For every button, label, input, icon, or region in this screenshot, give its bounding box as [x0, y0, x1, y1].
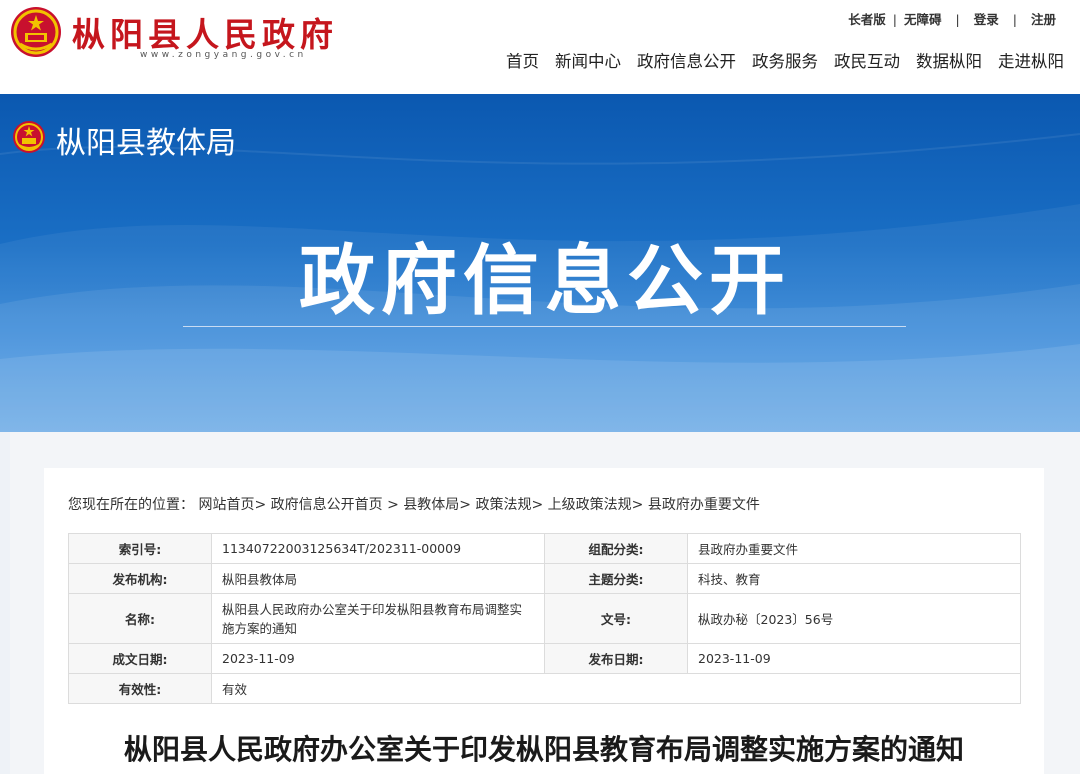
table-row: 名称: 枞阳县人民政府办公室关于印发枞阳县教育布局调整实施方案的通知 文号: 枞…	[68, 593, 1021, 644]
national-emblem-icon	[13, 121, 45, 153]
topic-label: 主题分类:	[544, 563, 688, 594]
table-row: 索引号: 11340722003125634T/202311-00009 组配分…	[68, 533, 1021, 564]
site-title[interactable]: 枞阳县人民政府	[72, 8, 338, 56]
banner: 枞阳县教体局 政府信息公开	[0, 94, 1080, 432]
breadcrumb-item[interactable]: 县教体局	[403, 497, 459, 513]
breadcrumb-separator: >	[382, 497, 404, 513]
breadcrumb-prefix: 您现在所在的位置：	[68, 497, 194, 513]
top-links: 长者版 | 无障碍 | 登录 | 注册	[848, 9, 1056, 28]
publisher-label: 发布机构:	[68, 563, 212, 594]
created-date-value: 2023-11-09	[211, 643, 545, 674]
name-cell: 枞阳县人民政府办公室关于印发枞阳县教育布局调整实施方案的通知	[211, 593, 545, 644]
department-name: 枞阳县教体局	[56, 126, 236, 161]
divider: |	[1012, 12, 1017, 27]
category-label: 组配分类:	[544, 533, 688, 564]
breadcrumb-item[interactable]: 县政府办重要文件	[648, 497, 760, 513]
divider: |	[955, 12, 960, 27]
nav-item-interaction[interactable]: 政民互动	[826, 48, 908, 72]
site-header: 枞阳县人民政府 www.zongyang.gov.cn 长者版 | 无障碍 | 登录 | 注…	[0, 0, 1080, 94]
nav-item-data[interactable]: 数据枞阳	[908, 48, 990, 72]
published-date-value: 2023-11-09	[687, 643, 1021, 674]
topic-value: 科技、教育	[687, 563, 1021, 594]
elder-mode-link[interactable]: 长者版	[848, 12, 886, 27]
breadcrumb-separator: >	[254, 497, 271, 513]
breadcrumb-separator: >	[459, 497, 476, 513]
nav-item-home[interactable]: 首页	[498, 48, 547, 72]
doc-no-value: 枞政办秘〔2023〕56号	[687, 593, 1021, 644]
nav-item-info-disclosure[interactable]: 政府信息公开	[629, 48, 744, 72]
breadcrumb-item[interactable]: 上级政策法规	[548, 497, 632, 513]
breadcrumb-separator: >	[531, 497, 548, 513]
table-row: 发布机构: 枞阳县教体局 主题分类: 科技、教育	[68, 563, 1021, 594]
banner-divider	[183, 326, 906, 327]
validity-label: 有效性:	[68, 673, 212, 704]
site-url: www.zongyang.gov.cn	[140, 50, 307, 60]
doc-no-label: 文号:	[544, 593, 688, 644]
nav-item-news[interactable]: 新闻中心	[547, 48, 629, 72]
banner-title: 政府信息公开	[299, 236, 791, 325]
breadcrumb-separator: >	[631, 497, 648, 513]
table-row: 有效性: 有效	[68, 673, 1021, 704]
register-link[interactable]: 注册	[1031, 12, 1056, 27]
national-emblem-icon[interactable]	[10, 6, 62, 58]
login-link[interactable]: 登录	[974, 12, 999, 27]
breadcrumb-item[interactable]: 网站首页	[198, 497, 254, 513]
index-no-value: 11340722003125634T/202311-00009	[211, 533, 545, 564]
name-value: 枞阳县人民政府办公室关于印发枞阳县教育布局调整实施方案的通知	[222, 601, 523, 636]
name-label: 名称:	[68, 593, 212, 644]
accessibility-link[interactable]: 无障碍	[904, 12, 942, 27]
created-date-label: 成文日期:	[68, 643, 212, 674]
nav-item-about[interactable]: 走进枞阳	[990, 48, 1072, 72]
document-metadata-table: 索引号: 11340722003125634T/202311-00009 组配分…	[68, 533, 1021, 704]
nav-item-services[interactable]: 政务服务	[744, 48, 826, 72]
publisher-value: 枞阳县教体局	[211, 563, 545, 594]
main-nav: 首页 新闻中心 政府信息公开 政务服务 政民互动 数据枞阳 走进枞阳	[498, 48, 1072, 72]
category-value: 县政府办重要文件	[687, 533, 1021, 564]
breadcrumb-item[interactable]: 政府信息公开首页	[271, 497, 383, 513]
table-row: 成文日期: 2023-11-09 发布日期: 2023-11-09	[68, 643, 1021, 674]
document-title: 枞阳县人民政府办公室关于印发枞阳县教育布局调整实施方案的通知	[123, 733, 964, 766]
validity-value: 有效	[211, 673, 1021, 704]
divider: |	[892, 12, 898, 27]
breadcrumb: 您现在所在的位置： 网站首页> 政府信息公开首页 > 县教体局> 政策法规> 上…	[68, 494, 760, 514]
published-date-label: 发布日期:	[544, 643, 688, 674]
index-no-label: 索引号:	[68, 533, 212, 564]
breadcrumb-item[interactable]: 政策法规	[475, 497, 531, 513]
